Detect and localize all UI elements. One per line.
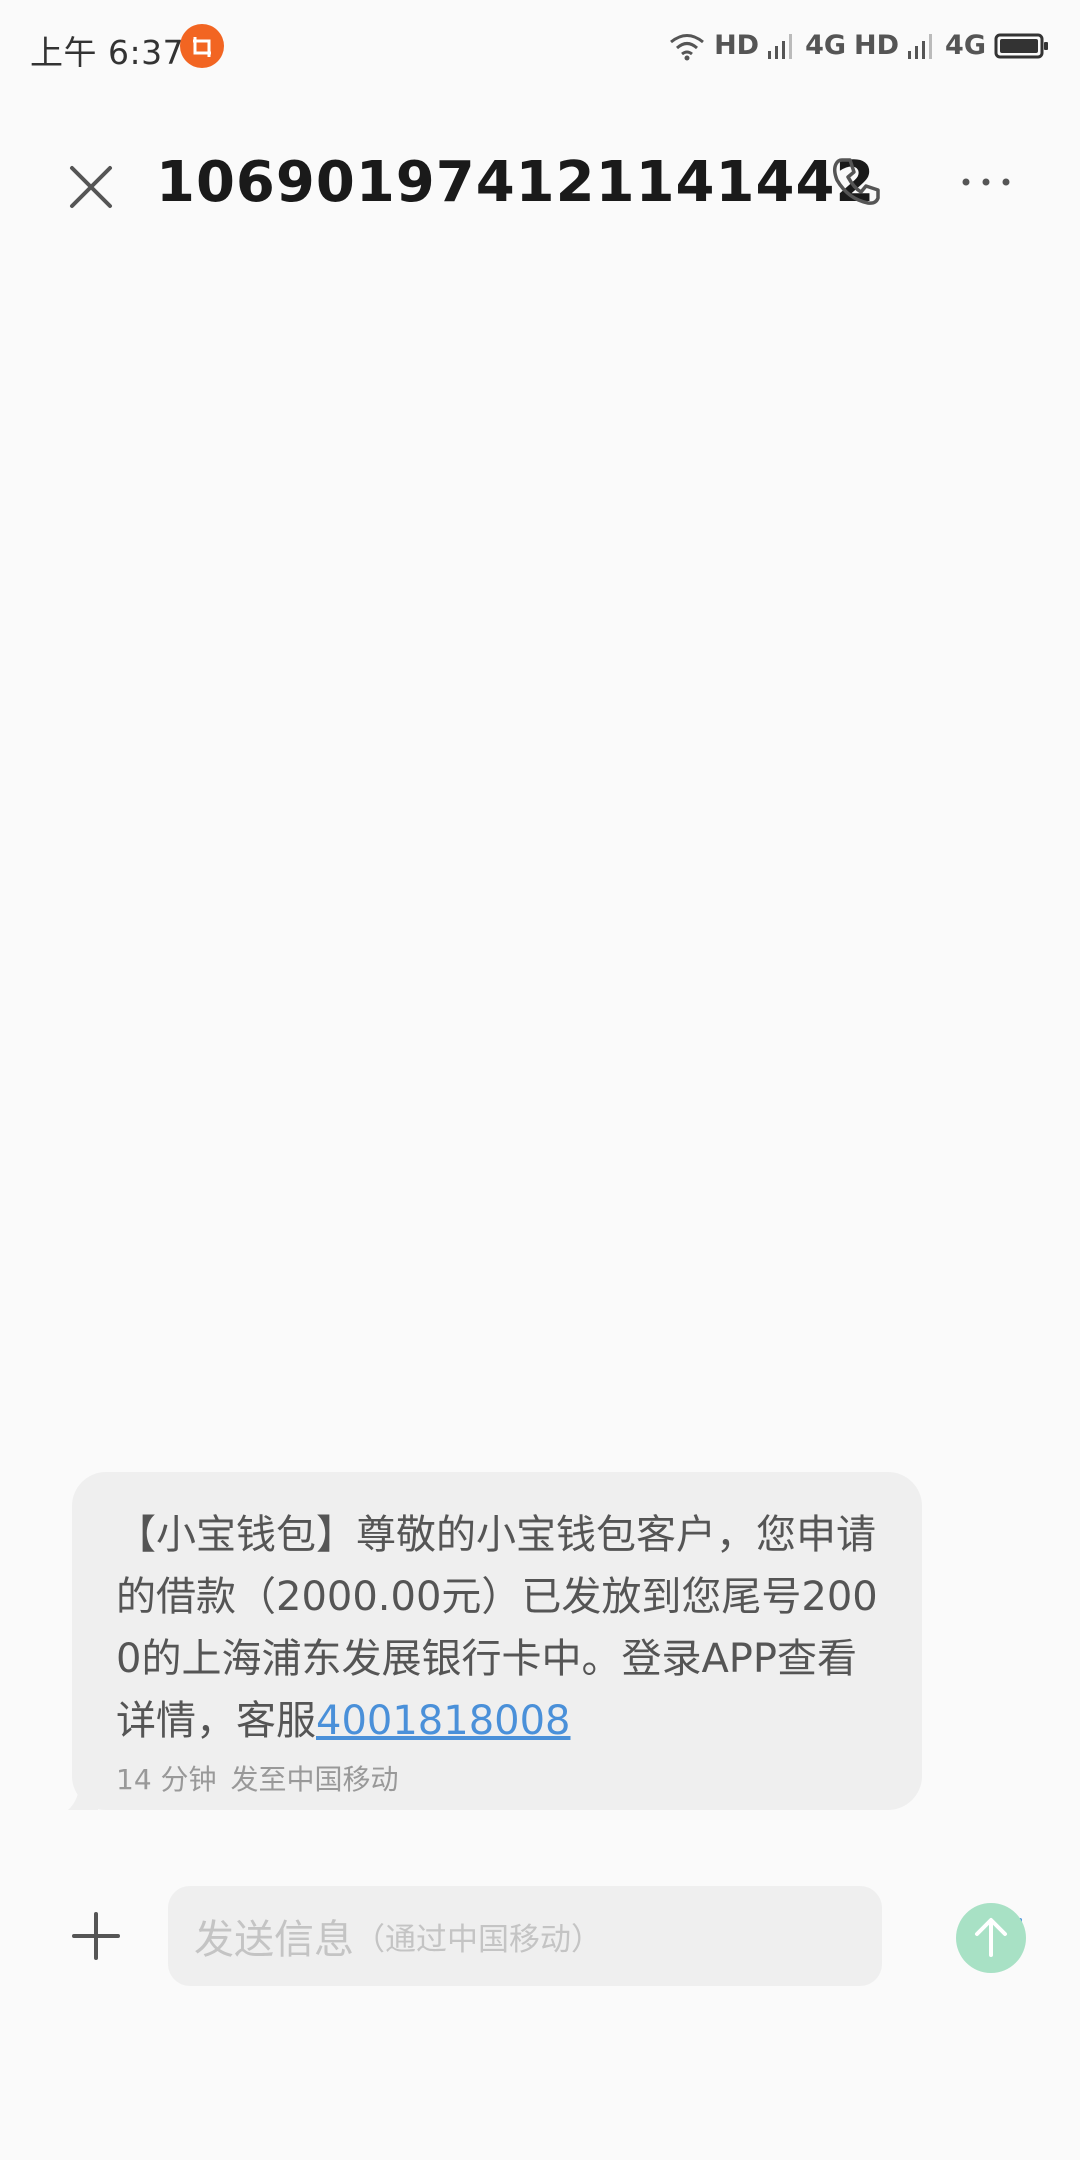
wifi-icon: [670, 34, 705, 61]
signal-icon-1: [768, 34, 793, 59]
conversation-header: 106901974121141442: [0, 120, 1080, 240]
input-placeholder-carrier: （通过中国移动）: [354, 1921, 602, 1958]
more-button[interactable]: [948, 146, 1028, 216]
add-attachment-button[interactable]: [70, 1910, 122, 1962]
sender-number: 106901974121141442: [156, 150, 876, 215]
phone-icon: [832, 158, 880, 205]
call-button[interactable]: [820, 146, 890, 216]
compose-bar: 发送信息（通过中国移动） 1: [0, 1886, 1080, 1986]
status-bar: 上午 6:37 HD 4G HD 4G: [0, 0, 1080, 96]
arrow-up-icon: [975, 1918, 1007, 1957]
plus-icon: [72, 1912, 120, 1960]
hd-label-1: HD: [714, 30, 760, 61]
signal-icon-2: [908, 34, 933, 59]
screenshot-app-icon: [180, 24, 224, 68]
send-button[interactable]: [956, 1903, 1026, 1973]
message-carrier: 发至中国移动: [230, 1763, 399, 1796]
more-icon: [962, 178, 1010, 186]
input-placeholder: 发送信息: [194, 1917, 354, 1963]
battery-icon: [994, 33, 1048, 59]
message-bubble[interactable]: 【小宝钱包】尊敬的小宝钱包客户，您申请的借款（2000.00元）已发放到您尾号2…: [72, 1472, 922, 1810]
hd-label-2: HD: [854, 30, 900, 61]
status-time: 上午 6:37: [30, 33, 185, 72]
network-label-1: 4G: [805, 30, 847, 61]
status-indicators: HD 4G HD 4G: [668, 26, 1050, 66]
customer-service-phone-link[interactable]: 4001818008: [316, 1698, 571, 1744]
close-icon: [70, 166, 112, 208]
close-button[interactable]: [56, 152, 126, 222]
network-label-2: 4G: [945, 30, 986, 61]
message-text: 【小宝钱包】尊敬的小宝钱包客户，您申请的借款（2000.00元）已发放到您尾号2…: [116, 1504, 884, 1752]
message-input[interactable]: 发送信息（通过中国移动） 1: [168, 1886, 1022, 1986]
message-meta: 14 分钟 发至中国移动: [116, 1758, 884, 1798]
message-time: 14 分钟: [116, 1763, 217, 1796]
